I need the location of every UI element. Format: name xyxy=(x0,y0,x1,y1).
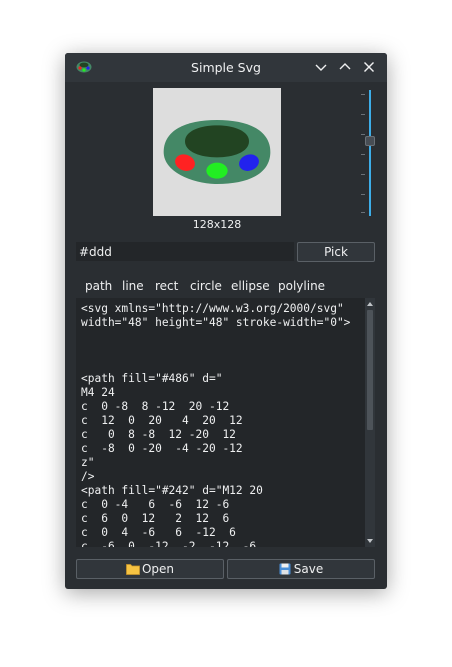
slider-tick xyxy=(361,194,365,195)
slider-handle[interactable] xyxy=(365,136,375,146)
floppy-disk-icon xyxy=(279,563,291,575)
shape-path-button[interactable]: path xyxy=(85,279,112,293)
slider-tick xyxy=(361,174,365,175)
color-input[interactable] xyxy=(76,242,294,261)
svg-code-editor[interactable]: <svg xmlns="http://www.w3.org/2000/svg" … xyxy=(76,298,375,547)
minimize-button[interactable] xyxy=(313,59,329,75)
shape-line-button[interactable]: line xyxy=(122,279,144,293)
slider-track[interactable] xyxy=(369,90,371,216)
open-button[interactable]: Open xyxy=(76,559,224,579)
maximize-button[interactable] xyxy=(337,59,353,75)
slider-tick xyxy=(361,94,365,95)
pick-button-label: Pick xyxy=(324,245,348,259)
scroll-up-icon[interactable] xyxy=(366,300,374,308)
svg-preview xyxy=(153,88,281,216)
open-button-label: Open xyxy=(141,562,175,576)
save-button-label: Save xyxy=(293,562,324,576)
scroll-down-icon[interactable] xyxy=(366,537,374,545)
shape-circle-button[interactable]: circle xyxy=(190,279,222,293)
slider-tick xyxy=(361,114,365,115)
scrollbar-thumb[interactable] xyxy=(367,310,373,430)
shape-rect-button[interactable]: rect xyxy=(155,279,178,293)
app-window: Simple Svg 128x128 Pic xyxy=(65,53,387,589)
folder-icon xyxy=(126,564,140,575)
preview-image xyxy=(163,120,271,184)
shape-polyline-button[interactable]: polyline xyxy=(278,279,325,293)
shape-ellipse-button[interactable]: ellipse xyxy=(231,279,270,293)
close-button[interactable] xyxy=(361,59,377,75)
save-button[interactable]: Save xyxy=(227,559,375,579)
svg-code-text[interactable]: <svg xmlns="http://www.w3.org/2000/svg" … xyxy=(81,302,350,547)
slider-tick xyxy=(361,154,365,155)
title-bar[interactable]: Simple Svg xyxy=(65,53,387,82)
pick-button[interactable]: Pick xyxy=(297,242,375,262)
editor-scrollbar[interactable] xyxy=(365,298,375,547)
slider-tick xyxy=(361,134,365,135)
preview-size-label: 128x128 xyxy=(192,218,242,231)
slider-tick xyxy=(361,212,365,213)
